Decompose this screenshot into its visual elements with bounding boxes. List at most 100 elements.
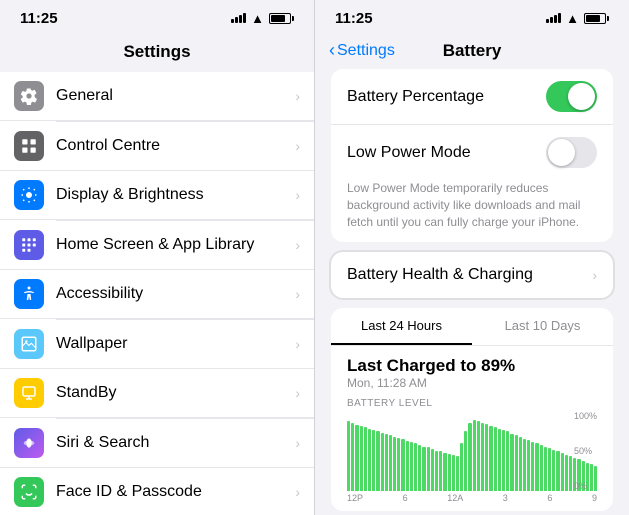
battery-health-label: Battery Health & Charging [347,266,592,284]
left-panel: 11:25 ▲ Settings [0,0,314,515]
chart-bar [569,456,572,491]
settings-group-main: General › Control Centre › Display & Bri… [0,72,314,515]
general-chevron: › [295,88,300,104]
battery-health-chevron: › [592,267,597,283]
chart-tab-24h[interactable]: Last 24 Hours [331,308,472,345]
control-centre-chevron: › [295,138,300,154]
accessibility-icon [14,279,44,309]
x-label-9: 9 [592,493,597,503]
general-label: General [56,87,289,105]
chart-section: Last 24 Hours Last 10 Days Last Charged … [331,308,613,511]
wallpaper-label: Wallpaper [56,335,289,353]
settings-list: General › Control Centre › Display & Bri… [0,72,314,515]
chart-bar [519,437,522,491]
right-nav: ‹ Settings Battery [315,36,629,69]
chart-bar [561,453,564,491]
chart-bar [535,443,538,491]
right-panel: 11:25 ▲ ‹ Settings Battery [314,0,629,515]
y-label-0: 0% [574,481,597,491]
chart-bar [527,440,530,491]
low-power-label: Low Power Mode [347,144,546,162]
chart-tab-10d[interactable]: Last 10 Days [472,308,613,345]
home-screen-label: Home Screen & App Library [56,236,289,254]
battery-chart [347,411,597,491]
settings-item-faceid[interactable]: Face ID & Passcode › [0,468,314,515]
right-battery-icon [584,13,609,24]
settings-item-siri[interactable]: Siri & Search › [0,419,314,468]
chart-bar [556,451,559,491]
battery-top-section: Battery Percentage Low Power Mode Low Po… [331,69,613,242]
chart-bar [540,445,543,491]
settings-item-home-screen[interactable]: Home Screen & App Library › [0,221,314,270]
right-status-bar: 11:25 ▲ [315,0,629,36]
chart-bar [548,448,551,491]
chart-bar [544,447,547,492]
chart-x-labels: 12P 6 12A 3 6 9 [347,491,597,511]
chart-bar [397,438,400,492]
low-power-item[interactable]: Low Power Mode [331,125,613,180]
left-status-icons: ▲ [231,11,294,26]
settings-item-display[interactable]: Display & Brightness › [0,171,314,220]
battery-percentage-label: Battery Percentage [347,88,546,106]
toggle-knob [568,83,595,110]
chart-bar [552,450,555,492]
settings-item-wallpaper[interactable]: Wallpaper › [0,320,314,369]
battery-percentage-item[interactable]: Battery Percentage [331,69,613,125]
chart-bar [473,420,476,491]
low-power-toggle-knob [548,139,575,166]
x-label-3: 3 [503,493,508,503]
chart-charged-label: Last Charged to 89% [347,356,597,376]
y-label-100: 100% [574,411,597,421]
wallpaper-chevron: › [295,336,300,352]
chart-bar [452,455,455,491]
x-label-12p: 12P [347,493,363,503]
chart-bar [376,431,379,491]
chart-bar [427,447,430,491]
right-status-icons: ▲ [546,11,609,26]
battery-health-section[interactable]: Battery Health & Charging › [331,252,613,298]
chart-bar [506,431,509,491]
chart-bar [351,423,354,491]
display-label: Display & Brightness [56,186,289,204]
standby-icon [14,378,44,408]
home-screen-chevron: › [295,237,300,253]
accessibility-label: Accessibility [56,285,289,303]
general-icon [14,81,44,111]
settings-item-standby[interactable]: StandBy › [0,369,314,418]
chart-bar [460,443,463,491]
standby-chevron: › [295,385,300,401]
battery-percentage-toggle[interactable] [546,81,597,112]
left-time: 11:25 [20,10,58,27]
settings-item-control-centre[interactable]: Control Centre › [0,122,314,171]
chart-bar [443,453,446,491]
back-button[interactable]: ‹ Settings [329,40,395,61]
chart-info: Last Charged to 89% Mon, 11:28 AM [331,346,613,394]
chart-bar [368,429,371,491]
x-label-6: 6 [403,493,408,503]
chart-bar [565,455,568,492]
faceid-icon [14,477,44,507]
chart-bar [494,427,497,491]
chart-bar [531,442,534,492]
settings-item-accessibility[interactable]: Accessibility › [0,270,314,319]
settings-item-general[interactable]: General › [0,72,314,121]
control-centre-icon [14,131,44,161]
wifi-icon: ▲ [251,11,264,26]
chart-bar [468,423,471,491]
chart-bar [435,451,438,492]
chart-bar [360,426,363,492]
low-power-toggle[interactable] [546,137,597,168]
chart-bar [498,429,501,491]
chart-bar [401,439,404,491]
siri-label: Siri & Search [56,434,289,452]
chart-bar [410,442,413,492]
chart-bar [418,445,421,491]
right-signal-icon [546,13,561,23]
right-content: Battery Percentage Low Power Mode Low Po… [315,69,629,515]
left-nav-title: Settings [0,36,314,72]
chart-time: Mon, 11:28 AM [347,376,597,390]
x-label-12a: 12A [447,493,463,503]
chart-bar [414,443,417,491]
battery-icon [269,13,294,24]
control-centre-label: Control Centre [56,137,289,155]
